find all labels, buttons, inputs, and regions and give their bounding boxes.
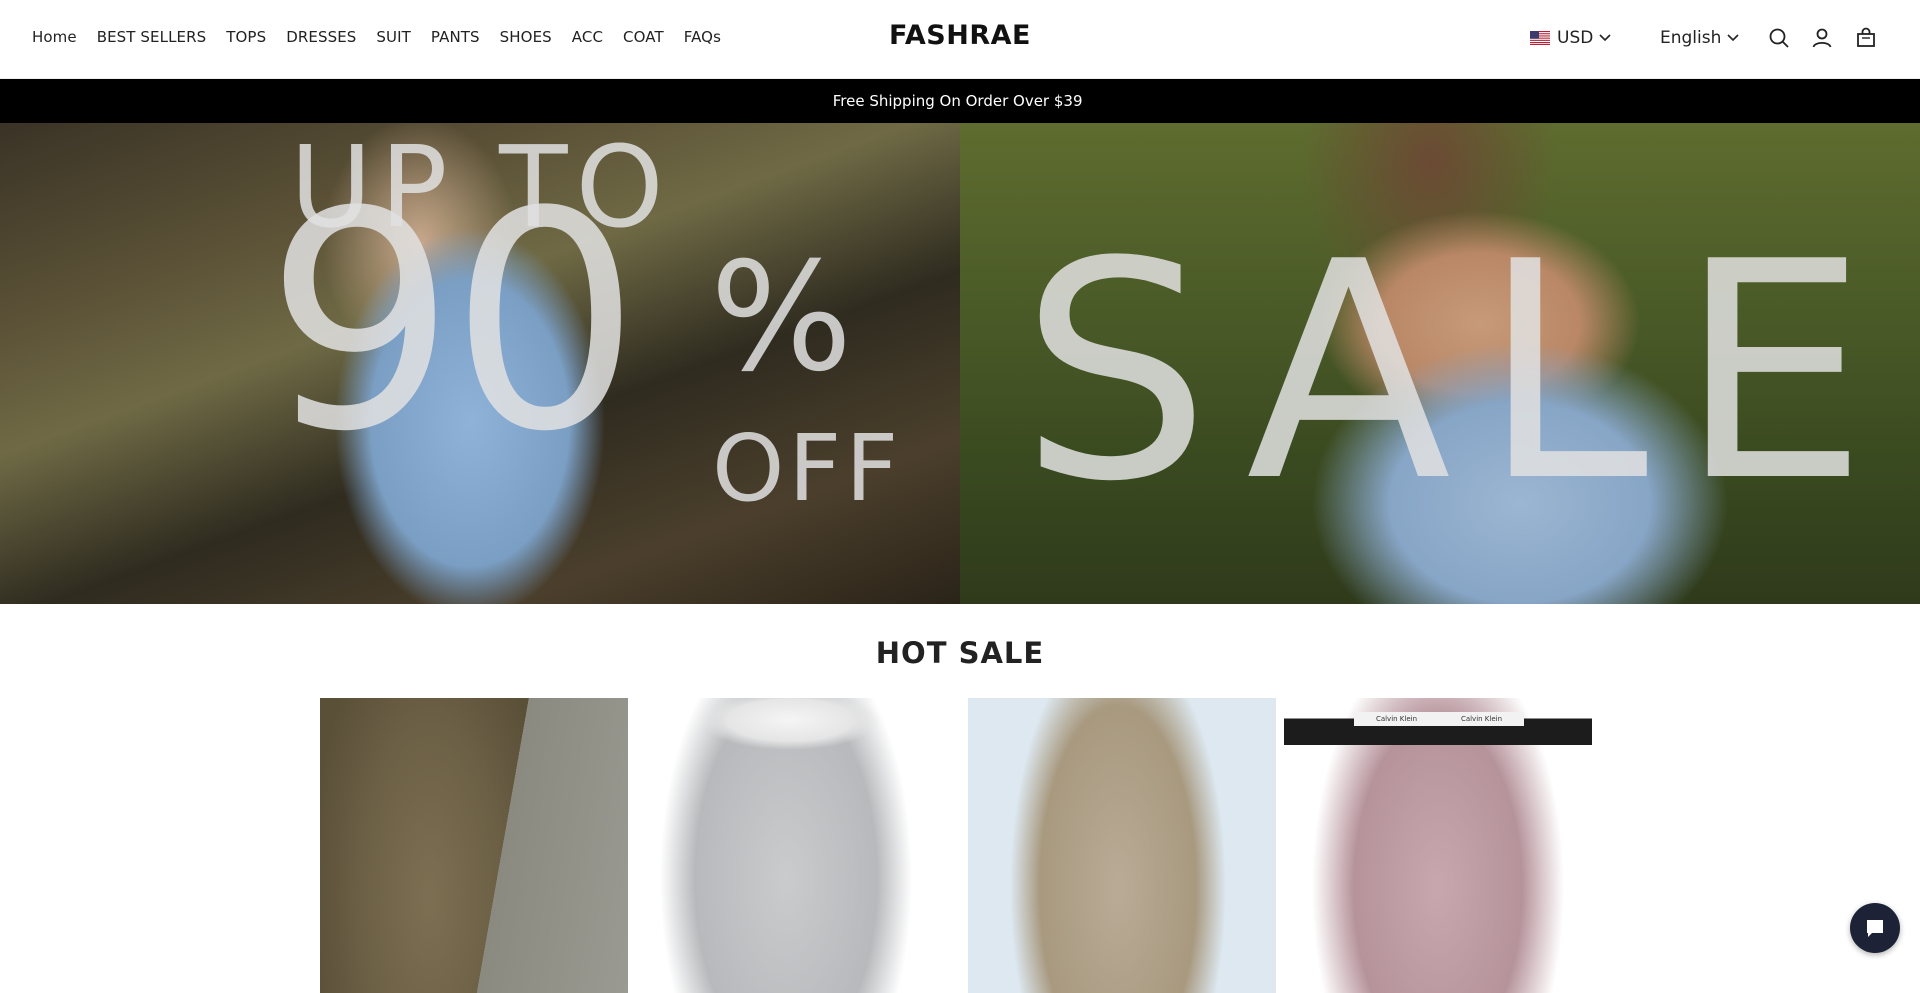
nav-item-suit[interactable]: SUIT (376, 28, 411, 46)
chat-icon (1867, 920, 1883, 937)
nav-item-acc[interactable]: ACC (572, 28, 603, 46)
chevron-down-icon (1599, 34, 1611, 42)
waistband-label: Calvin Klein (1375, 715, 1418, 723)
nav-item-coat[interactable]: COAT (623, 28, 664, 46)
language-label: English (1660, 28, 1722, 48)
product-card-tactical-pants[interactable] (968, 698, 1276, 993)
nav-item-faqs[interactable]: FAQs (684, 28, 721, 46)
product-card-camo-joggers[interactable]: Calvin Klein Calvin Klein (1284, 698, 1592, 993)
product-card-cargo-pants[interactable] (320, 698, 628, 993)
product-grid: Calvin Klein Calvin Klein (320, 698, 1600, 993)
chevron-down-icon (1727, 34, 1739, 42)
announcement-bar: ​​​Free Shipping On Order Over $39 ​​ (0, 79, 1920, 123)
language-selector[interactable]: English (1660, 28, 1739, 48)
waistband-label: Calvin Klein (1460, 715, 1503, 723)
cart-icon[interactable] (1854, 26, 1878, 50)
currency-selector[interactable]: USD (1530, 28, 1611, 48)
product-card-grey-joggers[interactable] (636, 698, 944, 993)
search-icon[interactable] (1767, 26, 1791, 50)
nav-item-tops[interactable]: TOPS (226, 28, 266, 46)
hero-banner[interactable]: UP TO 90 % OFF SALE (0, 123, 1920, 604)
chat-button[interactable] (1850, 903, 1900, 953)
hero-image-right (960, 123, 1920, 604)
nav-item-pants[interactable]: PANTS (431, 28, 480, 46)
us-flag-icon (1530, 31, 1550, 45)
hero-image-left (0, 123, 960, 604)
announcement-text: ​​​Free Shipping On Order Over $39 ​​ (832, 92, 1088, 110)
site-header: Home BEST SELLERS TOPS DRESSES SUIT PANT… (0, 0, 1920, 79)
nav-item-shoes[interactable]: SHOES (500, 28, 552, 46)
nav-item-home[interactable]: Home (32, 28, 77, 46)
nav-item-best-sellers[interactable]: BEST SELLERS (97, 28, 207, 46)
main-nav: Home BEST SELLERS TOPS DRESSES SUIT PANT… (32, 28, 741, 46)
section-title-hot-sale: HOT SALE (875, 636, 1045, 670)
account-icon[interactable] (1810, 26, 1834, 50)
product-waistband: Calvin Klein Calvin Klein (1354, 712, 1524, 726)
brand-logo[interactable]: FASHRAE (889, 20, 1031, 51)
nav-item-dresses[interactable]: DRESSES (286, 28, 356, 46)
currency-code: USD (1557, 28, 1594, 48)
